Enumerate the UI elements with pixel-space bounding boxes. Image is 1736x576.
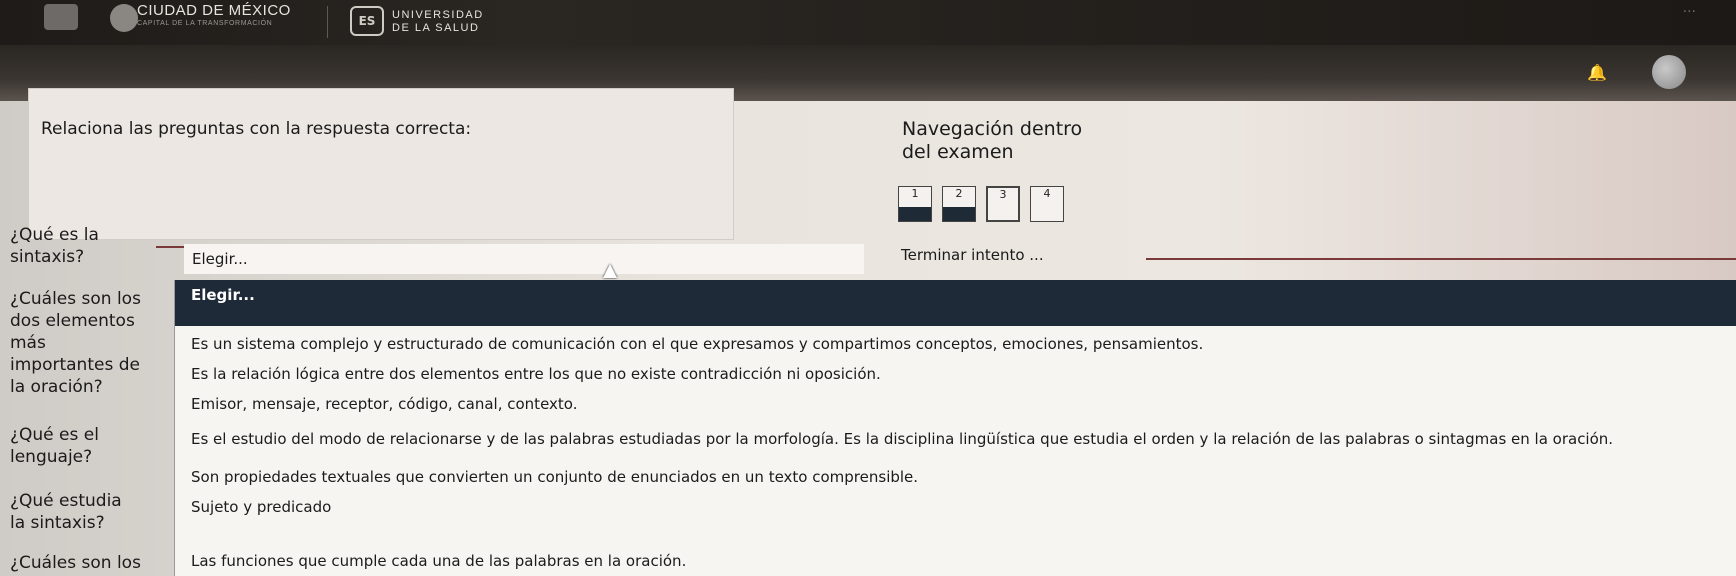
- answered-indicator: [943, 207, 975, 221]
- university-name-line1: UNIVERSIDAD: [392, 9, 484, 21]
- header-divider: [327, 6, 328, 38]
- nav-page-number: 1: [911, 187, 919, 200]
- quiz-navigation-title-line2: del examen: [902, 141, 1014, 163]
- question-label-2: ¿Cuáles son los dos elementos más import…: [10, 288, 141, 398]
- question-label-line: importantes de: [10, 355, 140, 375]
- section-divider: [1146, 258, 1736, 260]
- question-label-line: la sintaxis?: [10, 513, 105, 533]
- header-menu-dots[interactable]: ...: [1683, 0, 1696, 16]
- question-label-4: ¿Qué estudia la sintaxis?: [10, 490, 122, 534]
- question-label-line: lenguaje?: [10, 447, 93, 467]
- dropdown-option[interactable]: Emisor, mensaje, receptor, código, canal…: [175, 389, 1736, 419]
- question-label-line: ¿Qué estudia: [10, 491, 122, 511]
- city-name: CIUDAD DE MÉXICO: [137, 2, 291, 19]
- question-label-line: dos elementos: [10, 311, 135, 331]
- nav-page-4[interactable]: 4: [1030, 186, 1064, 222]
- university-name-line2: DE LA SALUD: [392, 22, 480, 34]
- answered-indicator: [899, 207, 931, 221]
- finish-attempt-link[interactable]: Terminar intento ...: [901, 246, 1044, 264]
- question-label-3: ¿Qué es el lenguaje?: [10, 424, 99, 468]
- dropdown-option[interactable]: Es el estudio del modo de relacionarse y…: [175, 424, 1736, 454]
- nav-page-2[interactable]: 2: [942, 186, 976, 222]
- user-avatar[interactable]: [1652, 55, 1686, 89]
- city-subtitle: CAPITAL DE LA TRANSFORMACIÓN: [137, 20, 273, 27]
- quiz-navigation-pages: 1 2 3 4: [898, 186, 1064, 222]
- question-label-5: ¿Cuáles son los: [10, 552, 141, 574]
- question-label-1: ¿Qué es la sintaxis?: [10, 224, 99, 268]
- question-panel: Relaciona las preguntas con la respuesta…: [28, 88, 734, 240]
- quiz-navigation-title: Navegación dentro del examen: [902, 118, 1082, 164]
- city-seal-icon: [110, 4, 138, 32]
- site-header: CIUDAD DE MÉXICO CAPITAL DE LA TRANSFORM…: [0, 0, 1736, 45]
- dropdown-option[interactable]: Las funciones que cumple cada una de las…: [175, 546, 1736, 576]
- question-prompt: Relaciona las preguntas con la respuesta…: [41, 119, 472, 139]
- city-crest-icon: [44, 4, 78, 30]
- nav-page-number: 2: [955, 187, 963, 200]
- notification-bell-icon[interactable]: 🔔: [1587, 63, 1607, 82]
- dropdown-option[interactable]: Es la relación lógica entre dos elemento…: [175, 359, 1736, 389]
- nav-page-3[interactable]: 3: [986, 186, 1020, 222]
- university-logo-icon: ES: [350, 6, 384, 36]
- nav-page-number: 4: [1043, 187, 1051, 200]
- question-label-line: ¿Qué es el: [10, 425, 99, 445]
- question-label-line: ¿Qué es la: [10, 225, 99, 245]
- quiz-navigation-title-line1: Navegación dentro: [902, 118, 1083, 140]
- dropdown-option[interactable]: Es un sistema complejo y estructurado de…: [175, 329, 1736, 359]
- dropdown-option[interactable]: Son propiedades textuales que convierten…: [175, 462, 1736, 492]
- question-label-line: más: [10, 333, 46, 353]
- dropdown-option[interactable]: Elegir...: [175, 280, 1736, 326]
- answer-dropdown-list: Elegir... Es un sistema complejo y estru…: [174, 280, 1736, 576]
- nav-page-1[interactable]: 1: [898, 186, 932, 222]
- nav-page-number: 3: [999, 188, 1007, 201]
- mouse-cursor-icon: [603, 264, 617, 278]
- question-label-line: ¿Cuáles son los: [10, 553, 141, 573]
- question-label-line: la oración?: [10, 377, 103, 397]
- question-label-line: sintaxis?: [10, 247, 85, 267]
- question-label-line: ¿Cuáles son los: [10, 289, 141, 309]
- answer-select-1[interactable]: Elegir...: [184, 244, 864, 274]
- dropdown-option[interactable]: Sujeto y predicado: [175, 492, 1736, 522]
